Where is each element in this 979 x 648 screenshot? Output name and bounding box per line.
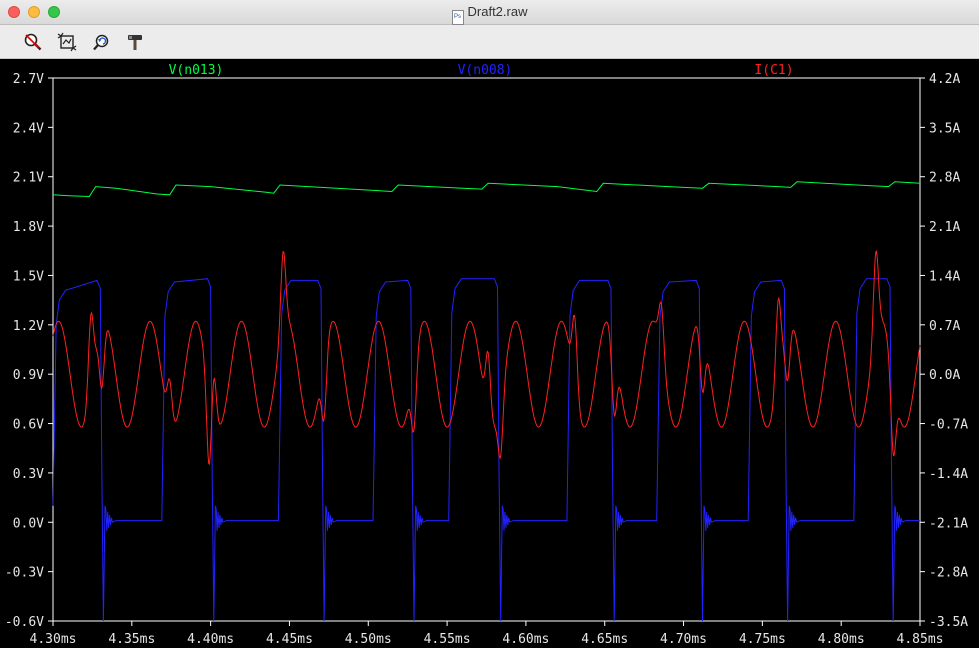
x-tick-label: 4.45ms [266, 632, 313, 647]
document-icon: Ps [451, 10, 464, 25]
y-left-tick-label: 1.8V [13, 220, 44, 235]
y-left-tick-label: 0.3V [13, 467, 44, 482]
y-left-tick-label: 0.0V [13, 516, 44, 531]
y-right-tick-label: 0.7A [929, 319, 960, 334]
x-tick-label: 4.55ms [424, 632, 471, 647]
legend-vn013: V(n013) [169, 63, 224, 78]
autorange-icon[interactable] [57, 32, 77, 52]
y-left-tick-label: 1.5V [13, 269, 44, 284]
y-right-tick-label: 4.2A [929, 72, 960, 87]
y-left-tick-label: -0.6V [5, 615, 44, 630]
plot-frame [52, 77, 921, 622]
window-title: Ps Draft2.raw [0, 4, 979, 25]
x-tick-label: 4.70ms [660, 632, 707, 647]
x-tick-label: 4.40ms [187, 632, 234, 647]
x-tick-label: 4.80ms [818, 632, 865, 647]
y-right-tick-label: 0.0A [929, 368, 960, 383]
y-right-tick-label: 1.4A [929, 269, 960, 284]
x-tick-label: 4.85ms [897, 632, 944, 647]
y-right-tick-label: 2.8A [929, 171, 960, 186]
hammer-icon[interactable] [125, 32, 145, 52]
y-left-tick-label: 2.4V [13, 121, 44, 136]
x-tick-label: 4.65ms [581, 632, 628, 647]
y-right-tick-label: -3.5A [929, 615, 968, 630]
toolbar [0, 25, 979, 59]
y-left-tick-label: 2.7V [13, 72, 44, 87]
waveform-plot[interactable]: 2.7V 2.4V 2.1V 1.8V 1.5V 1.2V 0.9V 0.6V 0.3V 0.0V… [0, 59, 979, 648]
y-right-tick-label: 3.5A [929, 121, 960, 136]
y-right-tick-label: -2.1A [929, 516, 968, 531]
y-left-tick-label: 1.2V [13, 319, 44, 334]
y-left-tick-label: 0.6V [13, 418, 44, 433]
x-tick-label: 4.30ms [30, 632, 77, 647]
x-tick-label: 4.75ms [739, 632, 786, 647]
y-right-tick-label: -1.4A [929, 467, 968, 482]
window-title-text: Draft2.raw [467, 4, 528, 19]
window-titlebar: Ps Draft2.raw [0, 0, 979, 25]
y-left-tick-label: 0.9V [13, 368, 44, 383]
x-tick-label: 4.35ms [108, 632, 155, 647]
legend-vn008: V(n008) [458, 63, 513, 78]
y-right-tick-label: 2.1A [929, 220, 960, 235]
y-left-tick-label: -0.3V [5, 566, 44, 581]
x-tick-label: 4.60ms [502, 632, 549, 647]
undo-zoom-icon[interactable] [91, 32, 111, 52]
y-left-tick-label: 2.1V [13, 171, 44, 186]
y-right-tick-label: -0.7A [929, 418, 968, 433]
legend-ic1: I(C1) [754, 63, 793, 78]
y-right-tick-label: -2.8A [929, 566, 968, 581]
zoom-cancel-icon[interactable] [23, 32, 43, 52]
x-tick-label: 4.50ms [345, 632, 392, 647]
